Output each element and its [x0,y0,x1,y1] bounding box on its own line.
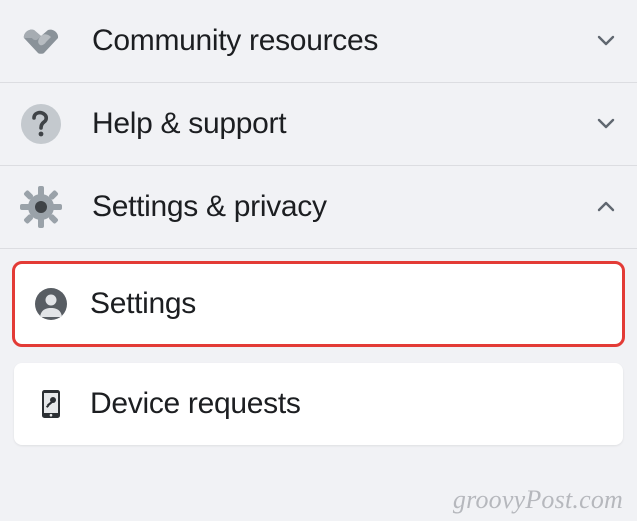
chevron-down-icon [595,30,617,52]
menu-item-label: Help & support [92,107,595,141]
submenu-item-settings[interactable]: Settings [14,263,623,345]
watermark: groovyPost.com [453,485,623,515]
chevron-down-icon [595,113,617,135]
menu-item-label: Settings & privacy [92,190,595,224]
menu-item-help-support[interactable]: Help & support [0,83,637,166]
settings-privacy-submenu: Settings Device requests [0,249,637,445]
question-icon [18,101,64,147]
gear-icon [18,184,64,230]
submenu-item-label: Settings [90,287,196,321]
handshake-icon [18,18,64,64]
submenu-item-device-requests[interactable]: Device requests [14,363,623,445]
submenu-item-label: Device requests [90,387,301,421]
chevron-up-icon [595,196,617,218]
device-key-icon [34,387,68,421]
menu-item-settings-privacy[interactable]: Settings & privacy [0,166,637,249]
person-icon [34,287,68,321]
main-menu: Community resources Help & support [0,0,637,249]
menu-item-community-resources[interactable]: Community resources [0,0,637,83]
menu-item-label: Community resources [92,24,595,58]
